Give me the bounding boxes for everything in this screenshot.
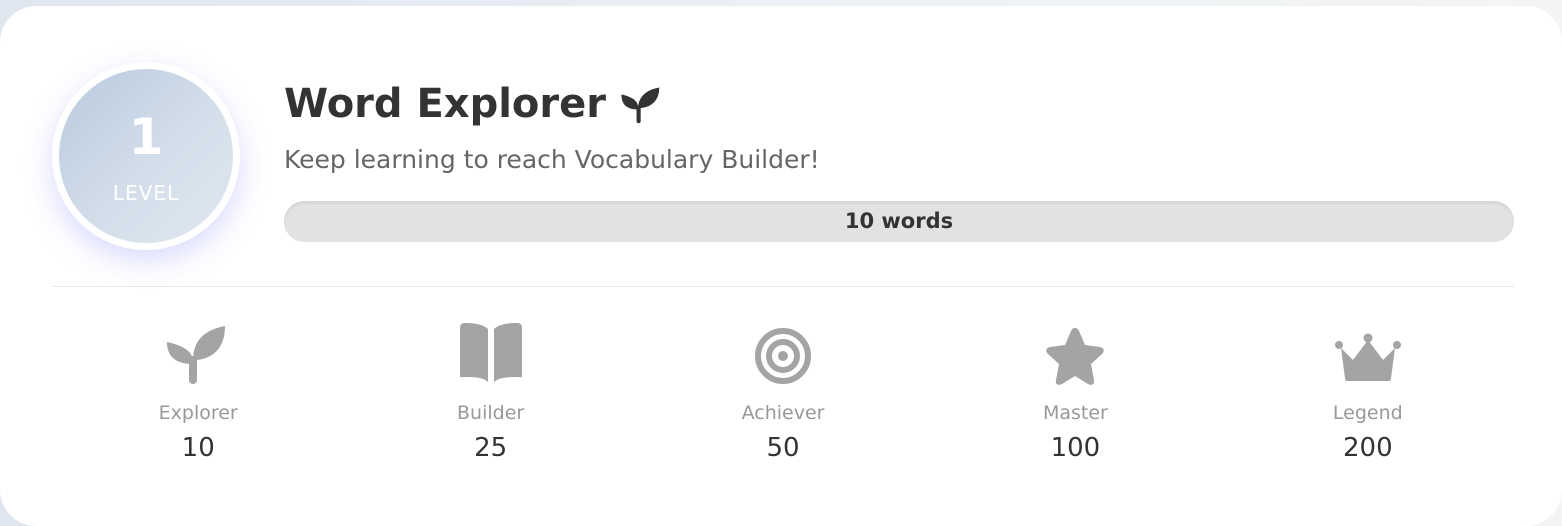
title-row: Word Explorer <box>284 76 662 132</box>
milestone-count: 200 <box>1343 433 1393 463</box>
words-progress-bar: 10 words <box>284 201 1514 242</box>
milestone-count: 10 <box>181 433 215 463</box>
book-icon <box>459 323 522 382</box>
milestone-name: Legend <box>1332 402 1403 424</box>
milestone-count: 25 <box>474 433 508 463</box>
milestone-builder: Builder 25 <box>344 316 636 476</box>
milestone-count: 50 <box>766 433 800 463</box>
divider <box>52 286 1514 287</box>
level-number: 1 <box>128 108 164 166</box>
milestone-explorer: Explorer 10 <box>52 316 344 476</box>
milestone-name: Master <box>1042 402 1108 424</box>
crown-icon <box>1334 333 1401 381</box>
level-subtitle: Keep learning to reach Vocabulary Builde… <box>284 145 820 174</box>
target-icon <box>755 328 812 384</box>
level-card: 1 LEVEL Word Explorer Keep learning to r… <box>0 6 1562 526</box>
sprout-icon <box>621 87 660 124</box>
milestone-master: Master 100 <box>929 316 1221 476</box>
milestone-list: Explorer 10 Builder 25 Achiever 50 Maste… <box>52 316 1514 476</box>
level-title: Word Explorer <box>284 81 606 127</box>
milestone-count: 100 <box>1050 433 1101 463</box>
star-icon <box>1046 328 1105 385</box>
milestone-name: Explorer <box>158 402 238 424</box>
milestone-name: Builder <box>457 402 525 424</box>
milestone-name: Achiever <box>741 402 825 424</box>
progress-label: 10 words <box>844 209 954 233</box>
sprout-icon <box>167 326 226 384</box>
milestone-achiever: Achiever 50 <box>637 316 929 476</box>
level-label: LEVEL <box>112 181 180 205</box>
level-badge: 1 LEVEL <box>52 62 240 250</box>
milestone-legend: Legend 200 <box>1222 316 1514 476</box>
level-badge-inner: 1 LEVEL <box>59 69 233 243</box>
